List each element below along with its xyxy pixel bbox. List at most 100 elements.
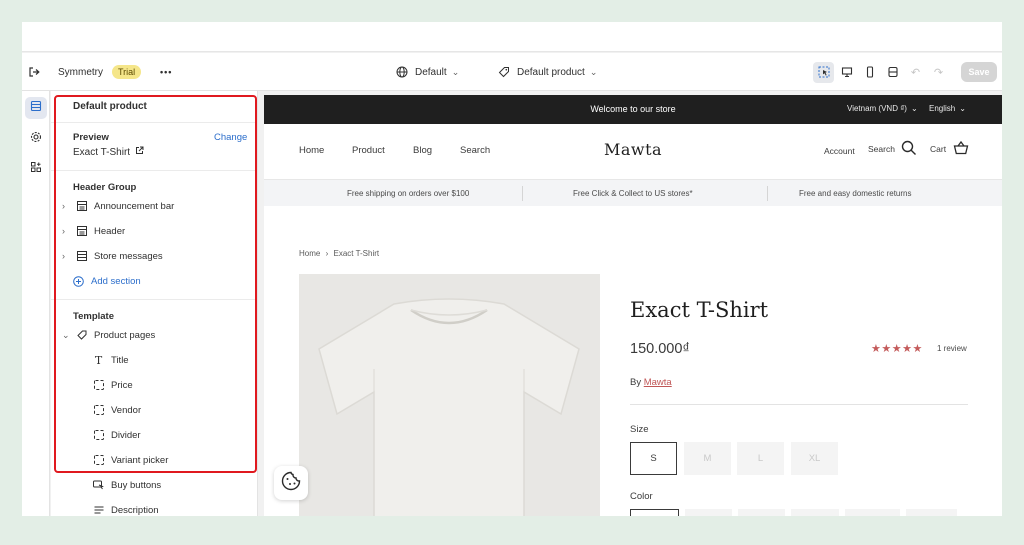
size-option-m[interactable]: M (684, 442, 731, 475)
fullscreen-icon (887, 66, 899, 78)
size-option-l[interactable]: L (737, 442, 784, 475)
language-selector[interactable]: English ⌄ (929, 104, 966, 113)
external-link-icon (135, 146, 144, 158)
block-label: Title (111, 354, 129, 366)
chevron-down-icon: ⌄ (910, 104, 918, 113)
search-label: Search (868, 144, 895, 154)
currency-selector[interactable]: Vietnam (VND ₫) ⌄ (847, 104, 918, 113)
text-lines-icon (93, 505, 104, 516)
editor-icon-rail (22, 91, 50, 516)
breadcrumb-home[interactable]: Home (299, 249, 320, 258)
fullscreen-view-button[interactable] (882, 62, 903, 83)
color-option-blue[interactable]: blue (738, 509, 785, 516)
block-price[interactable]: Price (93, 375, 133, 395)
t-shirt-image (299, 274, 600, 516)
shipping-message: Free and easy domestic returns (799, 189, 912, 198)
size-label: Size (630, 424, 649, 435)
block-description[interactable]: Description (93, 500, 159, 516)
undo-button[interactable]: ↶ (905, 62, 926, 83)
tag-icon (76, 330, 87, 341)
add-section-label: Add section (91, 275, 141, 287)
layout-top-icon (76, 201, 87, 212)
change-preview-link[interactable]: Change (214, 132, 247, 143)
cart-link[interactable]: Cart (930, 140, 969, 158)
section-header[interactable]: › Header (62, 221, 125, 241)
sections-tab[interactable] (25, 97, 47, 119)
block-vendor[interactable]: Vendor (93, 400, 141, 420)
theme-settings-tab[interactable] (25, 128, 47, 150)
undo-icon: ↶ (910, 66, 921, 79)
chevron-down-icon: ⌄ (589, 66, 598, 77)
divider (51, 170, 257, 171)
block-icon (93, 405, 104, 416)
section-store-messages[interactable]: › Store messages (62, 246, 163, 266)
product-image[interactable] (299, 274, 600, 516)
layout-top-icon (76, 226, 87, 237)
account-link[interactable]: Account (824, 146, 855, 156)
section-label: Header (94, 225, 126, 237)
size-option-s[interactable]: S (630, 442, 677, 475)
preview-product-name: Exact T-Shirt (73, 146, 131, 158)
layout-list-icon (76, 251, 87, 262)
color-option-green[interactable]: green (906, 509, 957, 516)
block-title[interactable]: T Title (93, 350, 129, 370)
template-label: Template (73, 311, 115, 322)
block-divider[interactable]: Divider (93, 425, 141, 445)
plus-circle-icon (73, 275, 84, 287)
editor-topbar: Symmetry Trial ••• Default ⌄ Default pro… (22, 53, 1002, 91)
shipping-message: Free shipping on orders over $100 (347, 189, 470, 198)
color-option-orange[interactable]: orange (845, 509, 900, 516)
vendor-prefix: By (630, 377, 642, 388)
save-button[interactable]: Save (961, 62, 997, 82)
cookie-settings-button[interactable] (274, 466, 308, 500)
block-icon (93, 455, 104, 466)
page-selector-label: Default product (517, 66, 585, 78)
mobile-view-button[interactable] (859, 62, 880, 83)
block-label: Variant picker (111, 454, 169, 466)
page-selector[interactable]: Default product ⌄ (498, 53, 597, 91)
color-option-black[interactable]: black (791, 509, 839, 516)
divider (51, 299, 257, 300)
desktop-icon (841, 66, 853, 78)
sidebar-title: Default product (73, 101, 147, 112)
section-product-pages[interactable]: ⌄ Product pages (62, 325, 155, 345)
breadcrumb-separator: › (325, 249, 329, 258)
apps-icon (30, 160, 42, 178)
inspect-cursor-icon (818, 66, 830, 78)
cart-label: Cart (930, 144, 947, 154)
more-actions-button[interactable]: ••• (160, 53, 172, 91)
vendor-line: By Mawta (630, 377, 672, 388)
color-label: Color (630, 491, 653, 502)
exit-icon (27, 65, 41, 79)
template-selector[interactable]: Default ⌄ (396, 53, 459, 91)
block-label: Buy buttons (111, 479, 162, 491)
size-option-xl[interactable]: XL (791, 442, 838, 475)
search-icon (901, 140, 917, 158)
apps-tab[interactable] (25, 158, 47, 180)
search-link[interactable]: Search (868, 140, 917, 158)
desktop-view-button[interactable] (836, 62, 857, 83)
preview-label: Preview (73, 132, 109, 143)
trial-badge: Trial (112, 65, 142, 79)
color-option-white[interactable]: white (630, 509, 679, 516)
product-price: 150.000₫ (630, 341, 690, 357)
add-section-button[interactable]: Add section (73, 271, 141, 291)
inspector-toggle[interactable] (813, 61, 834, 83)
theme-name: Symmetry (58, 66, 103, 78)
section-announcement-bar[interactable]: › Announcement bar (62, 196, 174, 216)
block-icon (93, 430, 104, 441)
storefront-preview: Welcome to our store Vietnam (VND ₫) ⌄ E… (264, 95, 1002, 516)
review-count[interactable]: 1 review (937, 344, 967, 353)
shipping-message: Free Click & Collect to US stores* (573, 189, 693, 198)
preview-product-link[interactable]: Exact T-Shirt (73, 146, 144, 158)
block-buy-buttons[interactable]: Buy buttons (93, 475, 161, 495)
color-option-red[interactable]: red (685, 509, 732, 516)
breadcrumb: Home › Exact T-Shirt (299, 249, 379, 258)
vendor-link[interactable]: Mawta (644, 377, 672, 388)
divider (767, 186, 768, 201)
block-variant-picker[interactable]: Variant picker (93, 450, 168, 470)
chevron-right-icon: › (62, 226, 65, 236)
exit-button[interactable] (27, 53, 41, 91)
redo-button[interactable]: ↷ (928, 62, 949, 83)
chevron-down-icon: ⌄ (451, 66, 460, 77)
